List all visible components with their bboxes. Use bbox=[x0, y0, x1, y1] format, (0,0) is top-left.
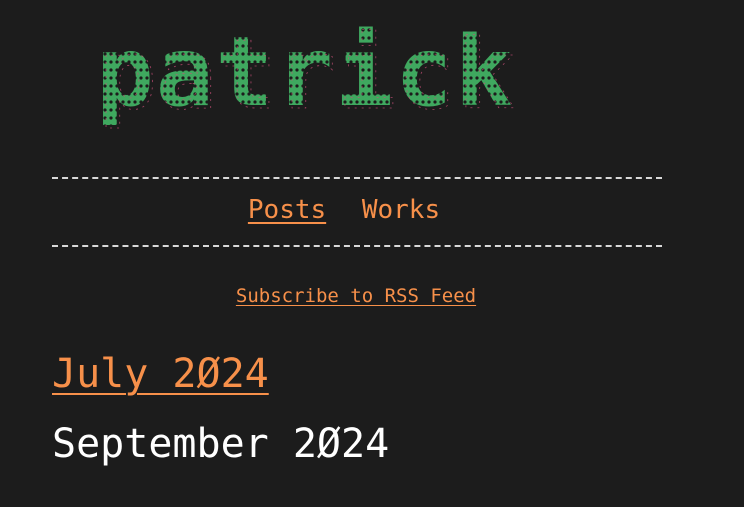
archive-month-heading: September 2Ø24 bbox=[52, 421, 390, 467]
divider-top bbox=[52, 177, 662, 179]
nav-link-posts[interactable]: Posts bbox=[248, 195, 326, 225]
archive-month-link[interactable]: July 2Ø24 bbox=[52, 348, 269, 400]
rss-section: Subscribe to RSS Feed bbox=[0, 283, 712, 309]
divider-bottom bbox=[52, 245, 662, 247]
logo-shadow: patrick bbox=[99, 19, 518, 131]
main-nav: Posts Works bbox=[0, 193, 688, 227]
ascii-logo-art: patrick patrick bbox=[96, 16, 518, 131]
nav-link-works[interactable]: Works bbox=[362, 195, 440, 225]
rss-subscribe-link[interactable]: Subscribe to RSS Feed bbox=[236, 285, 476, 307]
site-logo[interactable]: patrick patrick bbox=[96, 10, 626, 150]
